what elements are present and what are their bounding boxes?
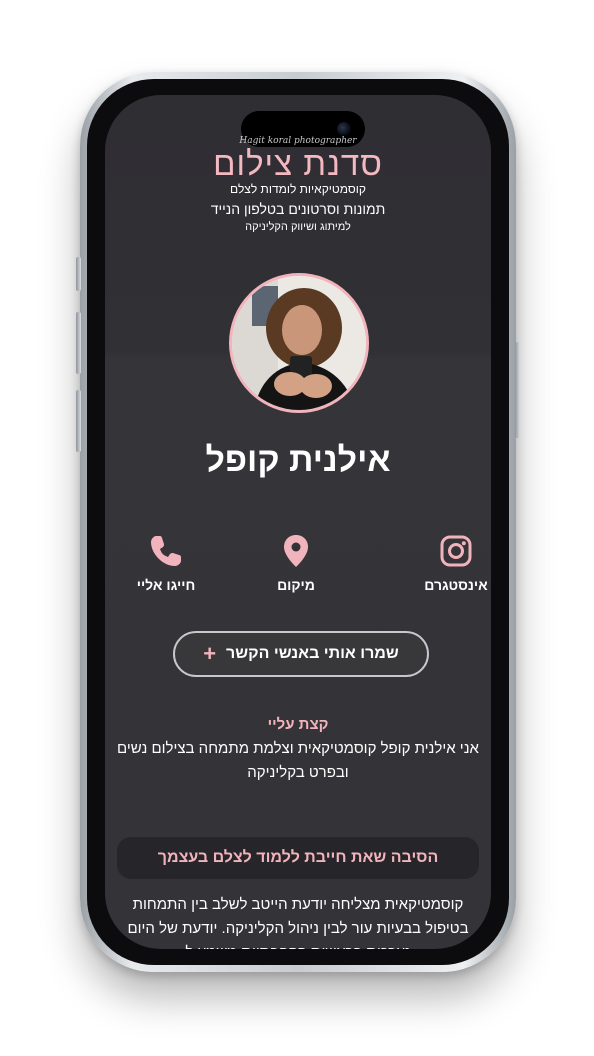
instagram-action[interactable]: אינסטגרם: [401, 531, 491, 593]
brand-title: סדנת צילום: [213, 145, 383, 182]
about-title: קצת עליי: [267, 716, 329, 733]
reason-text: קוסמטיקאית מצליחה יודעת הייטב לשלב בין ה…: [127, 896, 469, 949]
reason-title: הסיבה שאת חייבת ללמוד לצלם בעצמך: [157, 849, 439, 866]
phone-icon: [151, 536, 181, 566]
profile-name: אילנית קופל: [205, 441, 391, 479]
phone-frame: Hagit koral photographer סדנת צילום קוסמ…: [76, 72, 520, 972]
action-button: [76, 257, 81, 291]
brand-subtitle-3: למיתוג ושיווק הקליניקה: [245, 221, 351, 233]
instagram-icon: [440, 535, 472, 567]
about-text: אני אילנית קופל קוסמטיקאית וצלמת מתמחה ב…: [117, 740, 479, 781]
phone-bezel: Hagit koral photographer סדנת צילום קוסמ…: [87, 79, 509, 965]
volume-down-button: [76, 390, 81, 452]
instagram-label: אינסטגרם: [424, 577, 488, 593]
location-pin-icon: [284, 535, 308, 567]
front-camera-icon: [337, 122, 351, 136]
phone-screen: Hagit koral photographer סדנת צילום קוסמ…: [105, 95, 491, 949]
call-action[interactable]: חייגו אליי: [111, 531, 221, 593]
reason-heading-box: הסיבה שאת חייבת ללמוד לצלם בעצמך: [117, 837, 479, 879]
location-label: מיקום: [277, 577, 315, 593]
plus-icon: +: [203, 641, 217, 666]
volume-up-button: [76, 312, 81, 374]
save-contact-button[interactable]: שמרו אותי באנשי הקשר +: [173, 631, 429, 677]
save-contact-label: שמרו אותי באנשי הקשר: [226, 645, 399, 662]
profile-avatar: [229, 273, 369, 413]
call-label: חייגו אליי: [136, 577, 196, 593]
avatar-photo: [232, 276, 366, 410]
location-action[interactable]: מיקום: [241, 531, 351, 593]
brand-subtitle-2: תמונות וסרטונים בטלפון הנייד: [210, 201, 386, 217]
about-section: קצת עליי אני אילנית קופל קוסמטיקאית וצלמ…: [105, 715, 491, 785]
brand-subtitle-1: קוסמטיקאיות לומדות לצלם: [230, 182, 366, 196]
quick-actions: אינסטגרם מיקום חייגו אליי: [105, 531, 491, 601]
brand-header: Hagit koral photographer סדנת צילום קוסמ…: [105, 135, 491, 235]
power-button: [515, 342, 520, 438]
